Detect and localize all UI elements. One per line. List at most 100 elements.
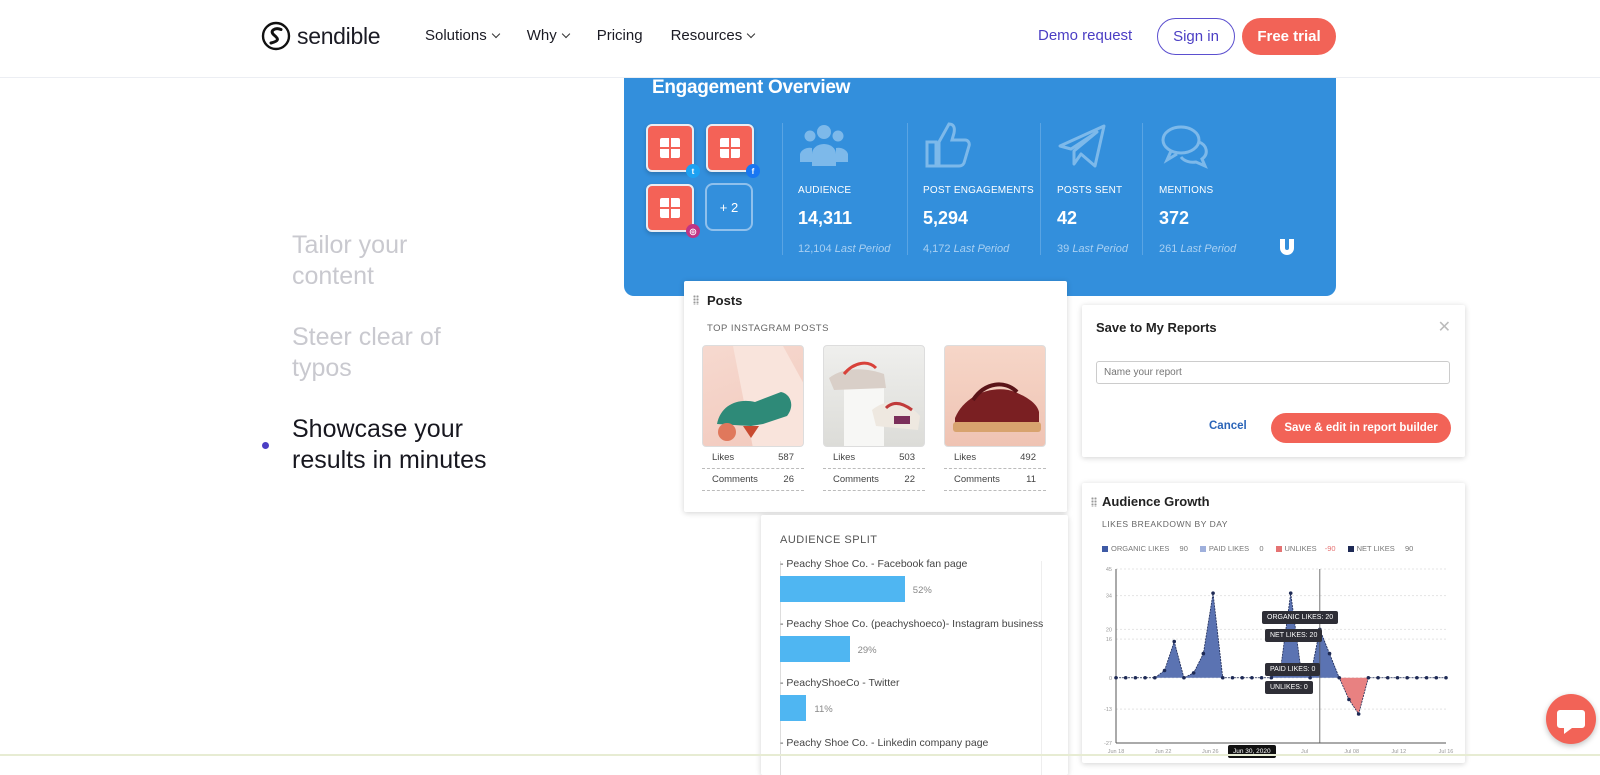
net-likes-point (1424, 675, 1429, 680)
comments-value: 22 (904, 474, 915, 485)
likes-value: 587 (778, 452, 794, 463)
net-likes-point (1405, 675, 1409, 680)
post-card[interactable]: Likes 587 Comments 26 (702, 345, 804, 491)
sandal-illustration (953, 382, 1041, 432)
legend-organic[interactable]: ORGANIC LIKES 90 (1102, 544, 1188, 553)
facebook-profile-tile[interactable]: f (706, 124, 760, 178)
tooltip-unlikes: UNLIKES: 0 (1265, 681, 1313, 694)
post-likes-row: Likes 587 (702, 447, 804, 469)
stat-previous-label: Last Period (953, 243, 1010, 255)
post-card[interactable]: Likes 503 Comments 22 (823, 345, 925, 491)
chat-widget-button[interactable] (1546, 694, 1596, 744)
legend-value: 0 (1259, 544, 1264, 553)
divider (1142, 123, 1143, 255)
net-likes-point (1240, 675, 1244, 680)
brand-logo[interactable]: sendible (261, 21, 381, 51)
posts-widget: Posts TOP INSTAGRAM POSTS Likes 587 Comme… (684, 281, 1067, 512)
post-image-sneakers (823, 345, 925, 447)
y-tick-label: 20 (1106, 627, 1112, 633)
split-row-label: - PeachyShoeCo - Twitter (780, 677, 900, 689)
net-likes-point (1259, 675, 1264, 680)
audience-growth-chart[interactable]: 453420160-13-27Jun 18 Jun 22 Jun 26 Jul Jul … (1096, 561, 1456, 761)
audience-split-title: AUDIENCE SPLIT (780, 534, 878, 546)
stat-previous-label: Last Period (1180, 243, 1237, 255)
net-likes-point (1201, 651, 1206, 656)
thumbs-up-icon (925, 122, 971, 168)
brand-name: sendible (297, 22, 381, 49)
post-comments-row: Comments 26 (702, 469, 804, 491)
save-edit-report-button[interactable]: Save & edit in report builder (1271, 413, 1451, 443)
stat-value: 372 (1159, 208, 1190, 228)
stat-value: 42 (1057, 208, 1078, 228)
drag-handle-icon[interactable] (1091, 497, 1097, 507)
y-tick-label: 45 (1106, 567, 1112, 573)
net-likes-point (1191, 671, 1196, 675)
legend-unlikes[interactable]: UNLIKES -90 (1275, 544, 1336, 553)
likes-value: 492 (1020, 452, 1036, 463)
net-likes-point (1385, 675, 1390, 680)
stat-post-engagements: POST ENGAGEMENTS 5,294 4,172 Last Period (923, 122, 1034, 255)
chart-legend: ORGANIC LIKES 90 PAID LIKES 0 UNLIKES -9… (1102, 544, 1413, 553)
net-likes-point (1182, 675, 1186, 680)
legend-net[interactable]: NET LIKES 90 (1347, 544, 1413, 553)
instagram-profile-tile[interactable]: ◎ (646, 184, 700, 238)
net-likes-point (1123, 675, 1128, 680)
audience-icon (800, 125, 848, 166)
split-bar (780, 695, 807, 721)
close-icon[interactable]: ✕ (1438, 317, 1451, 337)
net-likes-point (1211, 591, 1215, 595)
grid-line (1041, 561, 1042, 775)
divider (1040, 123, 1041, 255)
free-trial-button[interactable]: Free trial (1242, 18, 1336, 55)
y-tick-label: 16 (1106, 637, 1112, 643)
sign-in-button[interactable]: Sign in (1157, 18, 1235, 55)
menu-solutions[interactable]: Solutions (425, 27, 500, 44)
post-comments-row: Comments 22 (823, 469, 925, 491)
stat-previous-label: Last Period (1072, 243, 1128, 255)
net-likes-point (1220, 675, 1225, 680)
audience-split-widget: AUDIENCE SPLIT - Peachy Shoe Co. - Faceb… (761, 515, 1068, 775)
net-likes-point (1230, 675, 1235, 680)
step-showcase-results[interactable]: Showcase your results in minutes (292, 414, 532, 476)
stat-previous-value: 4,172 (923, 243, 951, 255)
net-likes-point (1153, 675, 1157, 680)
demo-request-link[interactable]: Demo request (1038, 27, 1132, 44)
step-tailor-content[interactable]: Tailor your content (292, 230, 442, 292)
top-navbar: sendible Solutions Why Pricing Resources… (0, 0, 1600, 78)
twitter-icon: t (686, 164, 700, 178)
net-likes-point (1327, 651, 1332, 656)
split-percent: 52% (912, 585, 932, 596)
stat-label: AUDIENCE (798, 185, 852, 196)
post-card[interactable]: Likes 492 Comments 11 (944, 345, 1046, 491)
chevron-down-icon (491, 29, 500, 39)
stat-value: 14,311 (798, 208, 853, 228)
divider (907, 123, 908, 255)
y-tick-label: 34 (1106, 594, 1112, 600)
twitter-profile-tile[interactable]: t (646, 124, 700, 178)
menu-pricing[interactable]: Pricing (597, 27, 643, 44)
drag-handle-icon[interactable] (693, 295, 699, 305)
tooltip-paid: PAID LIKES: 0 (1265, 663, 1321, 676)
report-name-input[interactable] (1096, 361, 1450, 384)
main-menu: Solutions Why Pricing Resources (425, 27, 756, 44)
stat-mentions: MENTIONS 372 261 Last Period (1159, 122, 1236, 255)
brand-u-icon (1280, 239, 1294, 255)
cancel-button[interactable]: Cancel (1209, 420, 1247, 432)
menu-why[interactable]: Why (527, 27, 570, 44)
net-likes-point (1415, 675, 1419, 680)
split-percent: 29% (857, 645, 877, 656)
likes-label: Likes (712, 452, 735, 463)
split-label-text: Peachy Shoe Co. - Facebook fan page (786, 558, 968, 570)
menu-solutions-label: Solutions (425, 27, 487, 44)
divider (782, 123, 783, 255)
net-likes-point (1347, 697, 1351, 702)
step-steer-clear-typos[interactable]: Steer clear of typos (292, 322, 467, 384)
legend-name: ORGANIC LIKES (1111, 544, 1170, 553)
tooltip-net: NET LIKES: 20 (1265, 629, 1323, 642)
more-profiles-button[interactable]: + 2 (705, 183, 753, 231)
legend-name: UNLIKES (1284, 544, 1317, 553)
net-likes-point (1288, 591, 1293, 595)
legend-swatch (1347, 545, 1354, 552)
legend-paid[interactable]: PAID LIKES 0 (1199, 544, 1264, 553)
menu-resources[interactable]: Resources (671, 27, 756, 44)
